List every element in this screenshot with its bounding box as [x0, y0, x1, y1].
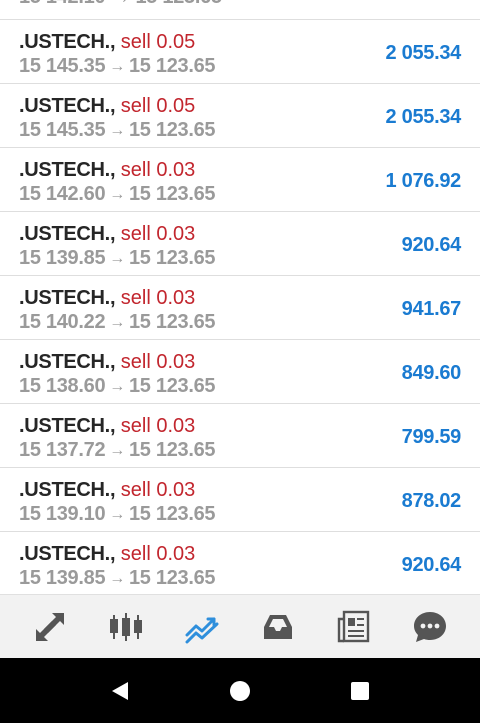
position-side: sell 0.03 [120, 415, 196, 437]
position-profit: 920.64 [401, 554, 462, 576]
position-symbol: .USTECH., [19, 95, 116, 117]
current-price: 15 123.65 [128, 375, 216, 397]
quotes-icon [36, 612, 64, 641]
current-price: 15 123.65 [128, 439, 216, 461]
position-profit: 878.02 [401, 490, 462, 512]
clipped-position-row[interactable]: 15 142.10 → 15 123.65 [0, 0, 480, 20]
position-side: sell 0.03 [120, 543, 196, 565]
position-row[interactable]: .USTECH., sell 0.05 15 145.35 → 15 123.65 … [0, 84, 480, 148]
position-profit: 920.64 [401, 234, 462, 256]
position-profit: 849.60 [401, 362, 462, 384]
position-symbol: .USTECH., [19, 479, 116, 501]
positions-list[interactable]: 15 142.10 → 15 123.65 .USTECH., sell 0.0… [0, 0, 480, 594]
current-price: 15 123.65 [128, 567, 216, 589]
position-symbol: .USTECH., [19, 287, 116, 309]
position-symbol: .USTECH., [19, 543, 116, 565]
messages-icon [414, 611, 446, 642]
open-price: 15 139.85 [19, 247, 106, 269]
position-row[interactable]: .USTECH., sell 0.03 15 139.85 → 15 123.65 … [0, 532, 480, 594]
clipped-row-prices: 15 142.10 → 15 123.65 [19, 0, 222, 9]
position-symbol: .USTECH., [19, 415, 116, 437]
position-symbol: .USTECH., [19, 351, 116, 373]
price-arrow: → [109, 186, 125, 203]
position-profit: 2 055.34 [385, 106, 462, 128]
position-row[interactable]: .USTECH., sell 0.03 15 139.85 → 15 123.65 … [0, 212, 480, 276]
price-arrow: → [109, 506, 125, 523]
current-price: 15 123.65 [128, 119, 216, 141]
tab-news[interactable] [328, 601, 380, 653]
home-icon [230, 680, 250, 701]
chart-icon [110, 612, 142, 641]
back-button[interactable] [96, 667, 144, 715]
open-price: 15 142.60 [19, 183, 106, 205]
tab-quotes[interactable] [24, 601, 76, 653]
tab-trade[interactable] [176, 601, 228, 653]
price-arrow: → [109, 442, 125, 459]
home-button[interactable] [216, 667, 264, 715]
position-row[interactable]: .USTECH., sell 0.03 15 137.72 → 15 123.65 … [0, 404, 480, 468]
position-profit: 799.59 [401, 426, 462, 448]
position-symbol: .USTECH., [19, 159, 116, 181]
price-arrow: → [109, 58, 125, 75]
position-row[interactable]: .USTECH., sell 0.03 15 142.60 → 15 123.65 … [0, 148, 480, 212]
position-row[interactable]: .USTECH., sell 0.05 15 145.35 → 15 123.65 … [0, 20, 480, 84]
recents-button[interactable] [336, 667, 384, 715]
price-arrow: → [109, 378, 125, 395]
position-side: sell 0.03 [120, 159, 196, 181]
recents-icon [351, 681, 369, 700]
open-price: 15 145.35 [19, 119, 106, 141]
tab-messages[interactable] [404, 601, 456, 653]
system-navigation-bar [0, 658, 480, 723]
price-arrow: → [109, 250, 125, 267]
tab-chart[interactable] [100, 601, 152, 653]
position-side: sell 0.03 [120, 223, 196, 245]
current-price: 15 123.65 [128, 183, 216, 205]
news-icon [337, 610, 370, 642]
position-side: sell 0.05 [120, 95, 196, 117]
position-profit: 1 076.92 [385, 170, 462, 192]
open-price: 15 137.72 [19, 439, 106, 461]
back-icon [112, 681, 128, 700]
current-price: 15 123.65 [128, 247, 216, 269]
position-side: sell 0.03 [120, 479, 196, 501]
history-icon [264, 614, 292, 639]
open-price: 15 140.22 [19, 311, 106, 333]
price-arrow: → [109, 570, 125, 587]
open-price: 15 138.60 [19, 375, 106, 397]
current-price: 15 123.65 [128, 55, 216, 77]
position-row[interactable]: .USTECH., sell 0.03 15 138.60 → 15 123.65 … [0, 340, 480, 404]
trade-icon [185, 617, 219, 643]
app-screen: 15 142.10 → 15 123.65 .USTECH., sell 0.0… [0, 0, 480, 723]
open-price: 15 139.85 [19, 567, 106, 589]
current-price: 15 123.65 [128, 503, 216, 525]
position-profit: 2 055.34 [385, 42, 462, 64]
tab-history[interactable] [252, 601, 304, 653]
position-symbol: .USTECH., [19, 223, 116, 245]
position-symbol: .USTECH., [19, 31, 116, 53]
position-profit: 941.67 [401, 298, 462, 320]
position-side: sell 0.03 [120, 351, 196, 373]
open-price: 15 145.35 [19, 55, 106, 77]
position-side: sell 0.05 [120, 31, 196, 53]
price-arrow: → [109, 314, 125, 331]
position-row[interactable]: .USTECH., sell 0.03 15 140.22 → 15 123.65 … [0, 276, 480, 340]
price-arrow: → [109, 122, 125, 139]
position-row[interactable]: .USTECH., sell 0.03 15 139.10 → 15 123.65 … [0, 468, 480, 532]
bottom-tab-bar [0, 594, 480, 658]
current-price: 15 123.65 [128, 311, 216, 333]
open-price: 15 139.10 [19, 503, 106, 525]
position-side: sell 0.03 [120, 287, 196, 309]
